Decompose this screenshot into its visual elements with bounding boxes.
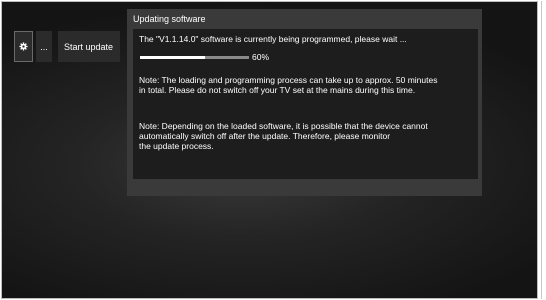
status-message: The "V1.1.14.0" software is currently be… — [139, 34, 407, 44]
screen-edge — [541, 1, 542, 299]
gear-icon — [19, 42, 28, 51]
note-auto-switch-off: Note: Depending on the loaded software, … — [139, 121, 428, 151]
progress-row: 60% — [140, 52, 269, 62]
settings-button[interactable] — [14, 31, 33, 62]
progress-percent: 60% — [252, 52, 270, 62]
start-update-label: Start update — [64, 41, 114, 52]
start-update-button[interactable]: Start update — [58, 31, 120, 62]
dialog-title: Updating software — [133, 14, 206, 24]
note-duration: Note: The loading and programming proces… — [139, 75, 438, 95]
more-options-button[interactable]: ... — [36, 31, 52, 62]
more-options-label: ... — [40, 41, 48, 52]
dialog-body: The "V1.1.14.0" software is currently be… — [133, 29, 478, 179]
progress-bar-fill — [140, 55, 206, 59]
progress-bar — [140, 55, 249, 59]
